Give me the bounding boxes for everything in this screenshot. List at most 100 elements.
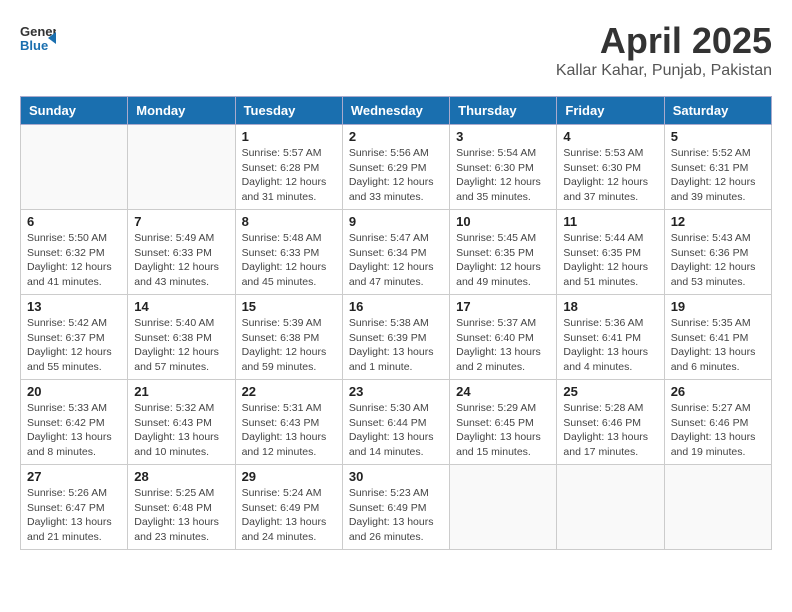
column-header-saturday: Saturday [664,97,771,125]
calendar-cell [450,465,557,550]
day-detail: Sunrise: 5:53 AM Sunset: 6:30 PM Dayligh… [563,146,657,205]
day-number: 19 [671,299,765,314]
day-number: 17 [456,299,550,314]
day-detail: Sunrise: 5:54 AM Sunset: 6:30 PM Dayligh… [456,146,550,205]
day-detail: Sunrise: 5:37 AM Sunset: 6:40 PM Dayligh… [456,316,550,375]
subtitle: Kallar Kahar, Punjab, Pakistan [556,62,772,80]
calendar-cell: 15 Sunrise: 5:39 AM Sunset: 6:38 PM Dayli… [235,295,342,380]
day-number: 8 [242,214,336,229]
day-number: 23 [349,384,443,399]
day-detail: Sunrise: 5:27 AM Sunset: 6:46 PM Dayligh… [671,401,765,460]
logo: General Blue [20,20,56,61]
day-detail: Sunrise: 5:42 AM Sunset: 6:37 PM Dayligh… [27,316,121,375]
day-detail: Sunrise: 5:23 AM Sunset: 6:49 PM Dayligh… [349,486,443,545]
calendar-cell: 30 Sunrise: 5:23 AM Sunset: 6:49 PM Dayli… [342,465,449,550]
day-number: 22 [242,384,336,399]
day-number: 2 [349,129,443,144]
day-number: 30 [349,469,443,484]
calendar-cell: 5 Sunrise: 5:52 AM Sunset: 6:31 PM Daylig… [664,125,771,210]
calendar-cell: 29 Sunrise: 5:24 AM Sunset: 6:49 PM Dayli… [235,465,342,550]
day-number: 12 [671,214,765,229]
calendar-cell: 19 Sunrise: 5:35 AM Sunset: 6:41 PM Dayli… [664,295,771,380]
day-detail: Sunrise: 5:28 AM Sunset: 6:46 PM Dayligh… [563,401,657,460]
week-row-5: 27 Sunrise: 5:26 AM Sunset: 6:47 PM Dayli… [21,465,772,550]
calendar-cell: 25 Sunrise: 5:28 AM Sunset: 6:46 PM Dayli… [557,380,664,465]
day-detail: Sunrise: 5:56 AM Sunset: 6:29 PM Dayligh… [349,146,443,205]
day-detail: Sunrise: 5:25 AM Sunset: 6:48 PM Dayligh… [134,486,228,545]
week-row-2: 6 Sunrise: 5:50 AM Sunset: 6:32 PM Daylig… [21,210,772,295]
column-header-thursday: Thursday [450,97,557,125]
day-number: 7 [134,214,228,229]
calendar-cell: 14Sunrise: 5:40 AM Sunset: 6:38 PM Dayli… [128,295,235,380]
column-header-monday: Monday [128,97,235,125]
main-title: April 2025 [556,20,772,62]
day-number: 15 [242,299,336,314]
week-row-3: 13 Sunrise: 5:42 AM Sunset: 6:37 PM Dayli… [21,295,772,380]
day-number: 25 [563,384,657,399]
day-detail: Sunrise: 5:31 AM Sunset: 6:43 PM Dayligh… [242,401,336,460]
title-area: April 2025 Kallar Kahar, Punjab, Pakista… [556,20,772,80]
calendar-cell: 22 Sunrise: 5:31 AM Sunset: 6:43 PM Dayli… [235,380,342,465]
day-number: 29 [242,469,336,484]
calendar-cell: 9Sunrise: 5:47 AM Sunset: 6:34 PM Daylig… [342,210,449,295]
day-number: 21 [134,384,228,399]
day-number: 24 [456,384,550,399]
day-number: 20 [27,384,121,399]
calendar-cell [128,125,235,210]
day-detail: Sunrise: 5:52 AM Sunset: 6:31 PM Dayligh… [671,146,765,205]
calendar-cell: 13 Sunrise: 5:42 AM Sunset: 6:37 PM Dayli… [21,295,128,380]
day-detail: Sunrise: 5:24 AM Sunset: 6:49 PM Dayligh… [242,486,336,545]
calendar-cell: 4 Sunrise: 5:53 AM Sunset: 6:30 PM Daylig… [557,125,664,210]
day-number: 28 [134,469,228,484]
day-detail: Sunrise: 5:44 AM Sunset: 6:35 PM Dayligh… [563,231,657,290]
day-number: 6 [27,214,121,229]
calendar-cell: 20 Sunrise: 5:33 AM Sunset: 6:42 PM Dayli… [21,380,128,465]
day-detail: Sunrise: 5:32 AM Sunset: 6:43 PM Dayligh… [134,401,228,460]
day-number: 18 [563,299,657,314]
day-number: 26 [671,384,765,399]
week-row-4: 20 Sunrise: 5:33 AM Sunset: 6:42 PM Dayli… [21,380,772,465]
calendar-cell: 16Sunrise: 5:38 AM Sunset: 6:39 PM Dayli… [342,295,449,380]
day-detail: Sunrise: 5:39 AM Sunset: 6:38 PM Dayligh… [242,316,336,375]
calendar-cell: 3Sunrise: 5:54 AM Sunset: 6:30 PM Daylig… [450,125,557,210]
day-detail: Sunrise: 5:33 AM Sunset: 6:42 PM Dayligh… [27,401,121,460]
calendar-cell: 12Sunrise: 5:43 AM Sunset: 6:36 PM Dayli… [664,210,771,295]
calendar-cell: 17 Sunrise: 5:37 AM Sunset: 6:40 PM Dayli… [450,295,557,380]
calendar-cell [21,125,128,210]
day-detail: Sunrise: 5:50 AM Sunset: 6:32 PM Dayligh… [27,231,121,290]
day-number: 5 [671,129,765,144]
logo-icon: General Blue [20,20,56,61]
day-detail: Sunrise: 5:49 AM Sunset: 6:33 PM Dayligh… [134,231,228,290]
day-detail: Sunrise: 5:30 AM Sunset: 6:44 PM Dayligh… [349,401,443,460]
day-number: 13 [27,299,121,314]
calendar-cell: 10Sunrise: 5:45 AM Sunset: 6:35 PM Dayli… [450,210,557,295]
svg-text:Blue: Blue [20,38,48,53]
calendar-table: SundayMondayTuesdayWednesdayThursdayFrid… [20,96,772,550]
calendar-cell: 28 Sunrise: 5:25 AM Sunset: 6:48 PM Dayli… [128,465,235,550]
week-row-1: 1Sunrise: 5:57 AM Sunset: 6:28 PM Daylig… [21,125,772,210]
day-detail: Sunrise: 5:26 AM Sunset: 6:47 PM Dayligh… [27,486,121,545]
calendar-cell: 8Sunrise: 5:48 AM Sunset: 6:33 PM Daylig… [235,210,342,295]
calendar-cell [664,465,771,550]
day-detail: Sunrise: 5:47 AM Sunset: 6:34 PM Dayligh… [349,231,443,290]
calendar-header-row: SundayMondayTuesdayWednesdayThursdayFrid… [21,97,772,125]
calendar-cell: 23 Sunrise: 5:30 AM Sunset: 6:44 PM Dayli… [342,380,449,465]
day-detail: Sunrise: 5:38 AM Sunset: 6:39 PM Dayligh… [349,316,443,375]
calendar-cell: 2 Sunrise: 5:56 AM Sunset: 6:29 PM Daylig… [342,125,449,210]
calendar-cell: 11Sunrise: 5:44 AM Sunset: 6:35 PM Dayli… [557,210,664,295]
calendar-cell: 7 Sunrise: 5:49 AM Sunset: 6:33 PM Daylig… [128,210,235,295]
column-header-sunday: Sunday [21,97,128,125]
day-number: 4 [563,129,657,144]
column-header-friday: Friday [557,97,664,125]
day-number: 27 [27,469,121,484]
column-header-tuesday: Tuesday [235,97,342,125]
day-number: 10 [456,214,550,229]
calendar-cell: 18Sunrise: 5:36 AM Sunset: 6:41 PM Dayli… [557,295,664,380]
day-detail: Sunrise: 5:40 AM Sunset: 6:38 PM Dayligh… [134,316,228,375]
day-detail: Sunrise: 5:35 AM Sunset: 6:41 PM Dayligh… [671,316,765,375]
calendar-cell: 27 Sunrise: 5:26 AM Sunset: 6:47 PM Dayli… [21,465,128,550]
calendar-cell: 1Sunrise: 5:57 AM Sunset: 6:28 PM Daylig… [235,125,342,210]
day-number: 1 [242,129,336,144]
calendar-cell: 24Sunrise: 5:29 AM Sunset: 6:45 PM Dayli… [450,380,557,465]
header: General Blue April 2025 Kallar Kahar, Pu… [20,20,772,80]
